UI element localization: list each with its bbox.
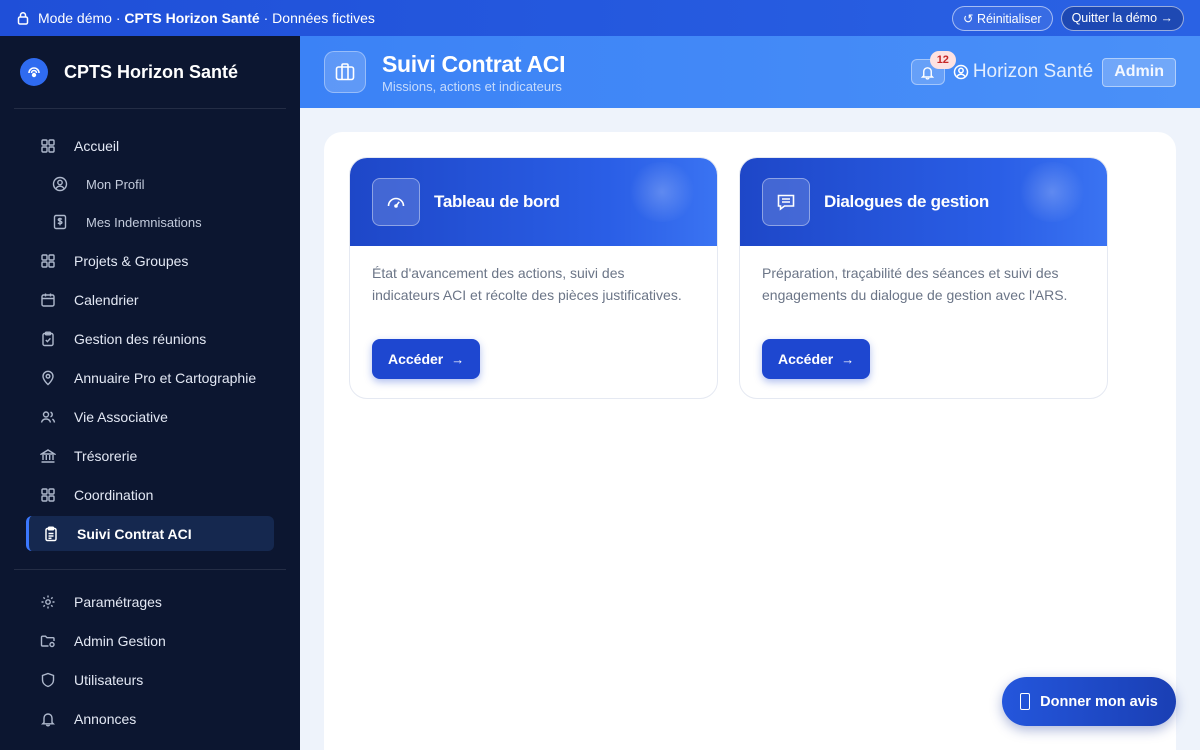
main-panel: Tableau de bord État d'avancement des ac… <box>324 132 1176 750</box>
gauge-icon <box>372 178 420 226</box>
reset-demo-button[interactable]: ↺ Réinitialiser <box>952 5 1053 31</box>
card-title: Dialogues de gestion <box>824 192 989 211</box>
phone-icon <box>1020 693 1031 710</box>
sidebar-item-annonces[interactable]: Annonces <box>0 699 300 738</box>
page-header: Suivi Contrat ACI Missions, actions et i… <box>300 36 1200 108</box>
sidebar-item-calendrier[interactable]: Calendrier <box>0 280 300 319</box>
clipboard-check-icon <box>40 331 56 347</box>
access-tableau-de-bord-button[interactable]: Accéder → <box>372 339 481 379</box>
sidebar: CPTS Horizon Santé Accueil Mon Profil Me… <box>0 36 300 750</box>
page-subtitle: Missions, actions et indicateurs <box>382 78 562 94</box>
feedback-button[interactable]: Donner mon avis <box>1002 677 1176 726</box>
sidebar-item-mes-indemnisations[interactable]: Mes Indemnisations <box>0 203 300 241</box>
user-circle-icon <box>953 64 969 80</box>
grid-icon <box>40 487 56 503</box>
arrow-right-icon: → <box>841 351 855 367</box>
card-dialogues-de-gestion: Dialogues de gestion Préparation, traçab… <box>739 157 1108 399</box>
notifications-button[interactable]: 12 <box>910 51 956 85</box>
role-badge[interactable]: Admin <box>1102 57 1176 87</box>
user-menu[interactable]: Horizon Santé <box>953 61 1093 83</box>
message-icon <box>762 178 810 226</box>
sidebar-item-accueil[interactable]: Accueil <box>0 126 300 165</box>
user-circle-icon <box>52 176 68 192</box>
sidebar-item-parametrages[interactable]: Paramétrages <box>0 582 300 621</box>
sidebar-item-utilisateurs[interactable]: Utilisateurs <box>0 660 300 699</box>
sidebar-item-suivi-contrat-aci[interactable]: Suivi Contrat ACI <box>26 516 274 551</box>
bank-icon <box>40 448 56 464</box>
sidebar-item-mon-profil[interactable]: Mon Profil <box>0 165 300 203</box>
card-header: Tableau de bord <box>350 158 717 246</box>
user-name: Horizon Santé <box>972 61 1094 82</box>
sidebar-item-gestion-reunions[interactable]: Gestion des réunions <box>0 319 300 358</box>
arrow-right-icon: → <box>451 351 465 367</box>
access-dialogues-de-gestion-button[interactable]: Accéder → <box>762 339 871 379</box>
folder-gear-icon <box>40 633 56 649</box>
gear-icon <box>40 594 56 610</box>
card-description: État d'avancement des actions, suivi des… <box>372 265 682 303</box>
page-title: Suivi Contrat ACI <box>382 50 566 77</box>
sidebar-admin-nav: Paramétrages Admin Gestion Utilisateurs … <box>0 570 300 738</box>
sidebar-item-admin-gestion[interactable]: Admin Gestion <box>0 621 300 660</box>
lock-icon <box>16 11 30 25</box>
brand-logo-icon <box>20 58 48 86</box>
card-header: Dialogues de gestion <box>740 158 1107 246</box>
sidebar-item-projets-groupes[interactable]: Projets & Groupes <box>0 241 300 280</box>
sidebar-nav: Accueil Mon Profil Mes Indemnisations Pr… <box>0 109 300 551</box>
sidebar-item-tresorerie[interactable]: Trésorerie <box>0 436 300 475</box>
notification-badge: 12 <box>929 51 956 69</box>
clipboard-icon <box>43 525 59 542</box>
grid-icon <box>40 138 56 154</box>
demo-text: Mode démo · CPTS Horizon Santé · Données… <box>38 10 375 26</box>
calendar-icon <box>40 292 56 308</box>
card-description: Préparation, traçabilité des séances et … <box>762 265 1068 303</box>
card-tableau-de-bord: Tableau de bord État d'avancement des ac… <box>349 157 718 399</box>
quit-demo-button[interactable]: Quitter la démo → <box>1060 5 1184 31</box>
briefcase-icon <box>324 51 366 93</box>
card-title: Tableau de bord <box>434 192 560 211</box>
grid-icon <box>40 253 56 269</box>
sidebar-item-coordination[interactable]: Coordination <box>0 475 300 514</box>
brand-name: CPTS Horizon Santé <box>64 61 239 82</box>
demo-banner: Mode démo · CPTS Horizon Santé · Données… <box>0 0 1200 36</box>
users-icon <box>40 409 56 425</box>
sidebar-item-vie-associative[interactable]: Vie Associative <box>0 397 300 436</box>
sidebar-item-annuaire[interactable]: Annuaire Pro et Cartographie <box>0 358 300 397</box>
map-pin-icon <box>40 370 56 386</box>
brand[interactable]: CPTS Horizon Santé <box>0 36 300 108</box>
dollar-icon <box>52 214 68 230</box>
shield-icon <box>40 672 56 688</box>
bell-icon <box>40 711 56 727</box>
